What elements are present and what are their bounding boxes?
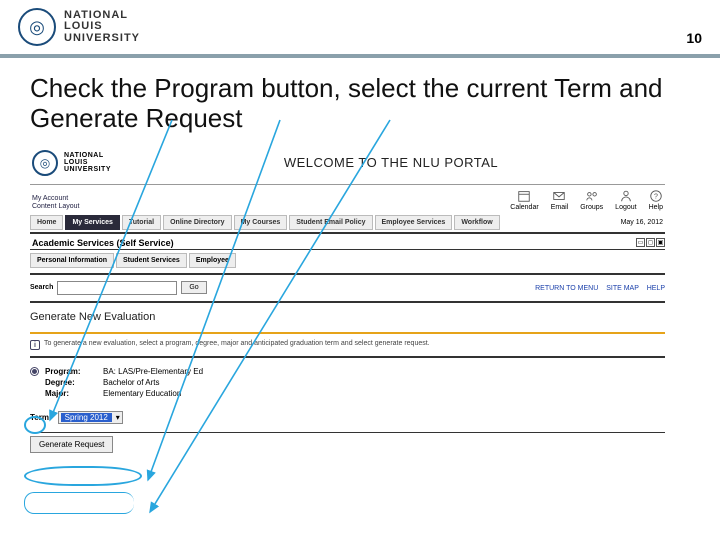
tab-home[interactable]: Home [30, 215, 63, 230]
subtab-student-services[interactable]: Student Services [116, 253, 187, 268]
account-links: My Account Content Layout [32, 195, 79, 210]
my-account-link[interactable]: My Account [32, 195, 79, 203]
window-close-icon[interactable]: ▣ [656, 238, 665, 247]
search-label: Search [30, 284, 53, 291]
groups-icon[interactable]: Groups [580, 189, 603, 211]
generate-request-button[interactable]: Generate Request [30, 436, 113, 453]
section-title: Academic Services (Self Service) [30, 234, 635, 249]
logout-icon[interactable]: Logout [615, 189, 636, 211]
portal-header: ◎ NATIONAL LOUIS UNIVERSITY WELCOME TO T… [30, 146, 665, 180]
major-value: Elementary Education [103, 389, 181, 398]
search-input[interactable] [57, 281, 177, 295]
help-icon[interactable]: ?Help [649, 189, 663, 211]
annotation-oval-term [24, 466, 142, 486]
degree-value: Bachelor of Arts [103, 378, 159, 387]
help-link[interactable]: HELP [647, 285, 665, 292]
svg-text:?: ? [654, 193, 658, 200]
page-number: 10 [686, 30, 702, 46]
window-controls: ▭◻▣ [635, 236, 665, 247]
university-name: NATIONAL LOUIS UNIVERSITY [64, 10, 140, 45]
tab-email-policy[interactable]: Student Email Policy [289, 215, 372, 230]
page-heading: Generate New Evaluation [30, 309, 665, 328]
annotation-bracket-generate [24, 492, 134, 514]
subtab-employee[interactable]: Employee [189, 253, 236, 268]
email-icon[interactable]: Email [551, 189, 569, 211]
utility-icons: Calendar Email Groups Logout ?Help [510, 189, 663, 211]
instruction-text: Check the Program button, select the cur… [0, 58, 720, 142]
go-button[interactable]: Go [181, 281, 206, 294]
degree-label: Degree: [45, 378, 97, 387]
program-radio[interactable] [30, 367, 39, 376]
orange-divider [30, 332, 665, 334]
tab-workflow[interactable]: Workflow [454, 215, 499, 230]
info-bar: i To generate a new evaluation, select a… [30, 338, 665, 358]
tab-employee-services[interactable]: Employee Services [375, 215, 453, 230]
logo: ◎ NATIONAL LOUIS UNIVERSITY [18, 8, 140, 46]
window-tool-icon[interactable]: ▭ [636, 238, 645, 247]
primary-nav: Home My Services Tutorial Online Directo… [30, 213, 665, 234]
term-row: Term: Spring 2012 ▾ [30, 403, 665, 432]
university-seal-icon: ◎ [18, 8, 56, 46]
university-seal-small-icon: ◎ [32, 150, 58, 176]
portal-screenshot: ◎ NATIONAL LOUIS UNIVERSITY WELCOME TO T… [30, 146, 665, 449]
term-selected-value: Spring 2012 [61, 413, 112, 422]
info-text: To generate a new evaluation, select a p… [44, 340, 430, 347]
right-links: RETURN TO MENU SITE MAP HELP [529, 283, 665, 292]
window-max-icon[interactable]: ◻ [646, 238, 655, 247]
tab-my-courses[interactable]: My Courses [234, 215, 288, 230]
major-label: Major: [45, 389, 97, 398]
slide-header: ◎ NATIONAL LOUIS UNIVERSITY 10 [0, 0, 720, 58]
term-select[interactable]: Spring 2012 ▾ [58, 411, 123, 424]
content-layout-link[interactable]: Content Layout [32, 203, 79, 211]
site-map-link[interactable]: SITE MAP [606, 285, 639, 292]
program-label: Program: [45, 367, 97, 376]
tab-tutorial[interactable]: Tutorial [122, 215, 161, 230]
calendar-icon[interactable]: Calendar [510, 189, 538, 211]
info-icon: i [30, 340, 40, 350]
tab-online-directory[interactable]: Online Directory [163, 215, 231, 230]
chevron-down-icon: ▾ [116, 413, 120, 422]
return-menu-link[interactable]: RETURN TO MENU [535, 285, 598, 292]
sub-nav: Personal Information Student Services Em… [30, 250, 665, 271]
nav-date: May 16, 2012 [621, 219, 665, 226]
welcome-text: WELCOME TO THE NLU PORTAL [117, 155, 665, 170]
term-label: Term: [30, 413, 52, 422]
tab-my-services[interactable]: My Services [65, 215, 119, 230]
search-row: Search Go RETURN TO MENU SITE MAP HELP [30, 279, 665, 297]
fields: Program: BA: LAS/Pre-Elementary Ed Degre… [30, 358, 665, 403]
subtab-personal-info[interactable]: Personal Information [30, 253, 114, 268]
university-name-small: NATIONAL LOUIS UNIVERSITY [64, 152, 111, 173]
program-value: BA: LAS/Pre-Elementary Ed [103, 367, 203, 376]
